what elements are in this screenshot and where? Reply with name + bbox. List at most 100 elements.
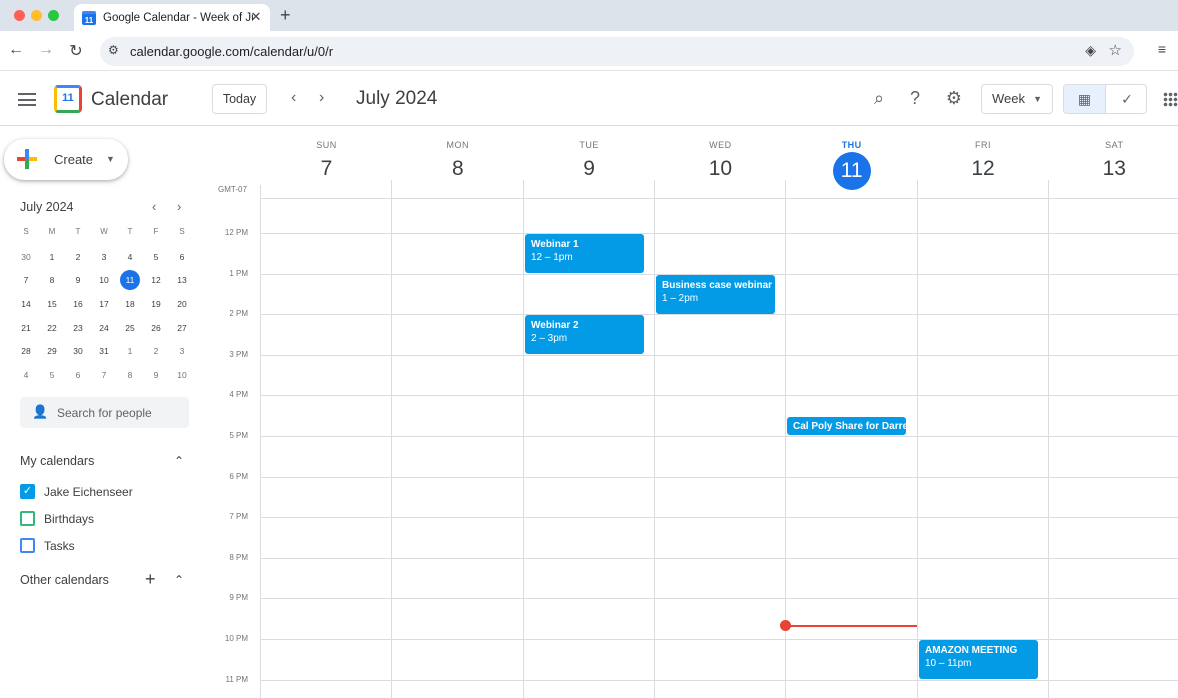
calendar-checkbox[interactable] (20, 538, 35, 553)
mini-day[interactable]: 16 (65, 293, 91, 317)
mini-day[interactable]: 7 (13, 269, 39, 293)
mini-day[interactable]: 2 (65, 246, 91, 270)
mini-day[interactable]: 5 (39, 364, 65, 388)
day-number[interactable]: 12 (918, 157, 1049, 181)
add-calendar-icon[interactable]: + (145, 569, 156, 590)
mini-day[interactable]: 22 (39, 317, 65, 341)
mini-next-month-icon[interactable]: › (177, 199, 181, 214)
mini-day[interactable]: 8 (39, 269, 65, 293)
mini-day[interactable]: 8 (117, 364, 143, 388)
mini-day[interactable]: 2 (143, 340, 169, 364)
mini-day[interactable]: 6 (65, 364, 91, 388)
next-week-icon[interactable]: › (319, 89, 324, 107)
mini-day[interactable]: 30 (65, 340, 91, 364)
minimize-window-button[interactable] (31, 10, 42, 21)
maximize-window-button[interactable] (48, 10, 59, 21)
mini-day[interactable]: 10 (91, 269, 117, 293)
day-header[interactable]: SAT 13 (1049, 140, 1178, 181)
today-button[interactable]: Today (212, 84, 267, 114)
mini-day[interactable]: 20 (169, 293, 195, 317)
tasks-view-icon[interactable]: ✓ (1106, 85, 1146, 113)
mini-day[interactable]: 9 (143, 364, 169, 388)
reload-button[interactable]: ↻ (66, 41, 86, 61)
day-header[interactable]: FRI 12 (918, 140, 1049, 181)
mini-day[interactable]: 31 (91, 340, 117, 364)
mini-day[interactable]: 4 (13, 364, 39, 388)
lens-icon[interactable]: ◈ (1085, 42, 1096, 59)
mini-day[interactable]: 11 (117, 269, 143, 293)
mini-day[interactable]: 3 (169, 340, 195, 364)
back-button[interactable]: ← (6, 41, 26, 59)
chevron-up-icon[interactable]: ⌃ (174, 454, 184, 468)
calendar-event[interactable]: Cal Poly Share for Darren (787, 417, 906, 435)
day-header[interactable]: TUE 9 (524, 140, 655, 181)
mini-day[interactable]: 24 (91, 317, 117, 341)
new-tab-button[interactable]: + (280, 5, 291, 26)
app-title[interactable]: Calendar (91, 89, 168, 111)
reading-list-icon[interactable]: ≡ (1158, 41, 1166, 57)
mini-day[interactable]: 17 (91, 293, 117, 317)
day-number[interactable]: 9 (524, 157, 655, 181)
site-settings-icon[interactable]: ⚙ (108, 43, 119, 57)
mini-day[interactable]: 19 (143, 293, 169, 317)
settings-gear-icon[interactable]: ⚙ (943, 88, 965, 109)
search-icon[interactable]: ⌕ (868, 88, 890, 109)
day-header[interactable]: SUN 7 (261, 140, 392, 181)
chevron-up-icon[interactable]: ⌃ (174, 573, 184, 587)
calendar-logo[interactable]: 11 (54, 85, 82, 113)
mini-day[interactable]: 28 (13, 340, 39, 364)
other-calendars-title[interactable]: Other calendars (20, 573, 109, 587)
mini-day[interactable]: 18 (117, 293, 143, 317)
mini-day[interactable]: 26 (143, 317, 169, 341)
day-number[interactable]: 10 (655, 157, 786, 181)
day-header[interactable]: WED 10 (655, 140, 786, 181)
mini-day[interactable]: 12 (143, 269, 169, 293)
mini-day[interactable]: 29 (39, 340, 65, 364)
calendar-checkbox[interactable] (20, 511, 35, 526)
search-people-field[interactable]: 👤 Search for people (20, 397, 189, 428)
mini-day[interactable]: 21 (13, 317, 39, 341)
day-number[interactable]: 7 (261, 157, 392, 181)
create-button[interactable]: Create ▼ (4, 139, 128, 180)
view-selector[interactable]: Week ▼ (981, 84, 1053, 114)
mini-day[interactable]: 1 (117, 340, 143, 364)
mini-day[interactable]: 23 (65, 317, 91, 341)
mini-day[interactable]: 6 (169, 246, 195, 270)
prev-week-icon[interactable]: ‹ (291, 89, 296, 107)
mini-day[interactable]: 3 (91, 246, 117, 270)
mini-day[interactable]: 27 (169, 317, 195, 341)
mini-prev-month-icon[interactable]: ‹ (152, 199, 156, 214)
calendar-event[interactable]: AMAZON MEETING 10 – 11pm (919, 640, 1038, 679)
mini-day[interactable]: 4 (117, 246, 143, 270)
day-number[interactable]: 11 (832, 152, 871, 190)
mini-day[interactable]: 10 (169, 364, 195, 388)
bookmark-star-icon[interactable]: ☆ (1109, 41, 1122, 59)
mini-day[interactable]: 5 (143, 246, 169, 270)
mini-day[interactable]: 30 (13, 246, 39, 270)
forward-button[interactable]: → (36, 41, 56, 59)
mini-day[interactable]: 13 (169, 269, 195, 293)
google-apps-icon[interactable] (1163, 92, 1178, 107)
main-menu-icon[interactable] (18, 93, 36, 106)
my-calendars-title[interactable]: My calendars (20, 454, 94, 468)
day-header[interactable]: MON 8 (392, 140, 523, 181)
mini-day[interactable]: 25 (117, 317, 143, 341)
day-number[interactable]: 8 (392, 157, 523, 181)
mini-day[interactable]: 14 (13, 293, 39, 317)
close-window-button[interactable] (14, 10, 25, 21)
mini-day[interactable]: 1 (39, 246, 65, 270)
calendar-view-icon[interactable]: ▦ (1064, 85, 1106, 113)
day-number[interactable]: 13 (1049, 157, 1178, 181)
day-header[interactable]: THU 11 (786, 140, 917, 190)
calendar-event[interactable]: Webinar 1 12 – 1pm (525, 234, 644, 273)
calendar-checkbox[interactable]: ✓ (20, 484, 35, 499)
browser-tab[interactable]: 11 Google Calendar - Week of Ju ✕ (74, 4, 270, 31)
calendar-event[interactable]: Webinar 2 2 – 3pm (525, 315, 644, 354)
calendar-event[interactable]: Business case webinar 1 – 2pm (656, 275, 775, 314)
help-icon[interactable]: ? (904, 88, 926, 109)
mini-day[interactable]: 9 (65, 269, 91, 293)
close-tab-icon[interactable]: ✕ (248, 9, 264, 25)
mini-day[interactable]: 15 (39, 293, 65, 317)
mini-day[interactable]: 7 (91, 364, 117, 388)
url-field[interactable]: ⚙ calendar.google.com/calendar/u/0/r ◈ ☆ (100, 37, 1134, 66)
